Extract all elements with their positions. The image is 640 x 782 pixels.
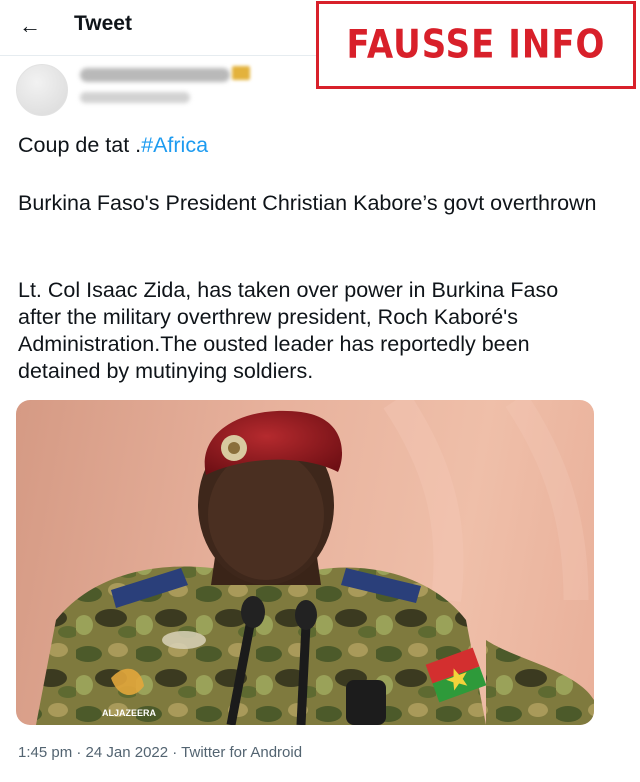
tweet-line-1: Coup de tat .#Africa — [18, 132, 208, 159]
fake-news-stamp: FAUSSE INFO — [316, 1, 636, 89]
arrow-left-icon: ← — [19, 13, 41, 38]
header-divider — [0, 55, 316, 56]
username-handle-blurred[interactable] — [80, 92, 190, 103]
flag-emoji-blurred — [232, 66, 250, 80]
tweet-timestamp[interactable]: 1:45 pm · 24 Jan 2022 · Twitter for Andr… — [18, 744, 302, 761]
hashtag-link[interactable]: #Africa — [141, 133, 208, 157]
stamp-text: FAUSSE INFO — [346, 22, 606, 68]
back-button[interactable]: ← — [16, 12, 44, 40]
tweet-media-image[interactable]: ALJAZEERA — [16, 400, 594, 725]
media-watermark: ALJAZEERA — [102, 708, 157, 718]
tweet-paragraph-3: Lt. Col Isaac Zida, has taken over power… — [18, 278, 559, 383]
page-title: Tweet — [74, 12, 132, 35]
tweet-paragraph-2: Burkina Faso's President Christian Kabor… — [18, 191, 597, 215]
tweet-line-1-text: Coup de tat . — [18, 133, 142, 157]
display-name-blurred[interactable] — [80, 68, 230, 82]
media-photo: ALJAZEERA — [36, 400, 594, 725]
avatar[interactable] — [16, 64, 68, 116]
